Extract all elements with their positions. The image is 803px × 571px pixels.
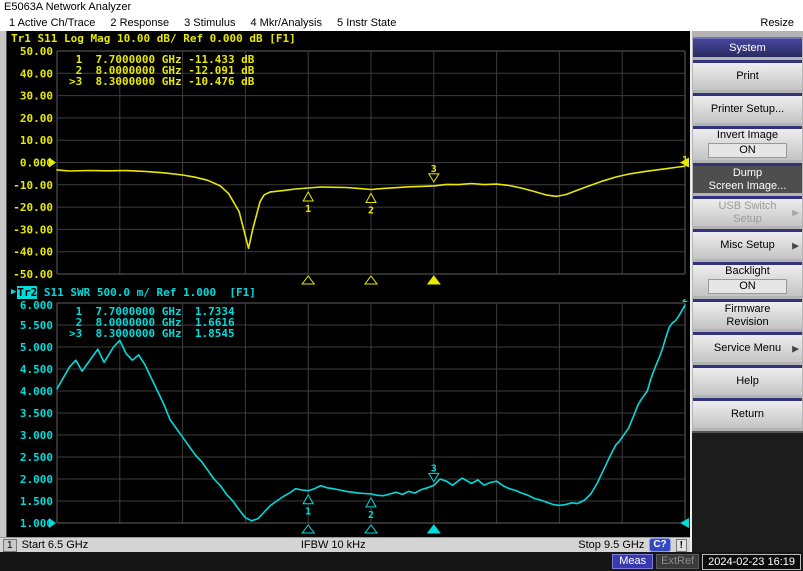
active-trace-arrow-icon: ▶ (11, 287, 16, 297)
svg-text:10.00: 10.00 (20, 134, 53, 147)
start-frequency[interactable]: Start 6.5 GHz (22, 539, 89, 551)
svg-text:2: 2 (368, 205, 374, 216)
svg-text:2: 2 (682, 299, 688, 305)
trace1-header: Tr1 S11 Log Mag 10.00 dB/ Ref 0.000 dB [… (7, 31, 689, 45)
softkey-sidebar: System Print Printer Setup... Invert Ima… (690, 31, 803, 552)
svg-text:-30.00: -30.00 (13, 223, 53, 236)
sidebar-button-service-menu[interactable]: Service Menu ▶ (693, 332, 802, 362)
svg-text:3: 3 (431, 164, 437, 175)
menubar: 1 Active Ch/Trace 2 Response 3 Stimulus … (0, 14, 803, 31)
ifbw-setting[interactable]: IFBW 10 kHz (301, 539, 366, 551)
svg-text:1: 1 (682, 155, 688, 166)
svg-text:40.00: 40.00 (20, 67, 53, 80)
svg-text:5.500: 5.500 (20, 319, 53, 332)
sidebar-button-backlight[interactable]: Backlight ON (693, 262, 802, 296)
stop-frequency[interactable]: Stop 9.5 GHz (578, 539, 644, 551)
svg-text:1.000: 1.000 (20, 517, 53, 530)
trace2-name[interactable]: Tr2 (17, 286, 37, 299)
svg-text:3.000: 3.000 (20, 429, 53, 442)
left-edge-strip (0, 31, 7, 537)
svg-text:2.000: 2.000 (20, 473, 53, 486)
svg-text:50.00: 50.00 (20, 45, 53, 58)
trace2-plot[interactable]: 6.000 5.500 5.000 4.500 4.000 3.500 3.000 2.500… (7, 299, 689, 535)
sidebar-button-help[interactable]: Help (693, 365, 802, 395)
svg-text:20.00: 20.00 (20, 112, 53, 125)
svg-text:>3 8.3000000 GHz 1.8545: >3 8.3000000 GHz 1.8545 (69, 327, 235, 340)
svg-text:1: 1 (305, 507, 311, 518)
sidebar-button-print[interactable]: Print (693, 60, 802, 90)
sidebar-button-misc-setup[interactable]: Misc Setup ▶ (693, 229, 802, 259)
menu-instr-state[interactable]: 5 Instr State (337, 17, 396, 29)
submenu-arrow-icon: ▶ (792, 206, 799, 219)
svg-text:4.500: 4.500 (20, 363, 53, 376)
warning-icon: ! (676, 539, 687, 552)
menu-stimulus[interactable]: 3 Stimulus (184, 17, 235, 29)
channel-number-badge: 1 (3, 539, 17, 552)
submenu-arrow-icon: ▶ (792, 239, 799, 252)
svg-text:-10.00: -10.00 (13, 179, 53, 192)
sidebar-empty-area (692, 431, 803, 552)
status-bar: Meas ExtRef 2024-02-23 16:19 (0, 552, 803, 571)
menu-active-ch-trace[interactable]: 1 Active Ch/Trace (9, 17, 95, 29)
svg-text:2: 2 (368, 510, 374, 521)
window-title: E5063A Network Analyzer (0, 0, 803, 14)
svg-text:2.500: 2.500 (20, 451, 53, 464)
svg-text:0.000: 0.000 (20, 157, 53, 170)
trace1-plot[interactable]: 50.00 40.00 30.00 20.00 10.00 0.000 -10.00 -20.… (7, 45, 689, 285)
sidebar-button-system[interactable]: System (693, 37, 802, 57)
trace2-header: ▶Tr2 S11 SWR 500.0 m/ Ref 1.000 [F1] (7, 285, 689, 299)
svg-text:30.00: 30.00 (20, 90, 53, 103)
svg-text:1.500: 1.500 (20, 495, 53, 508)
svg-text:5.000: 5.000 (20, 341, 53, 354)
svg-text:>3 8.3000000 GHz -10.476 dB: >3 8.3000000 GHz -10.476 dB (69, 75, 255, 88)
svg-text:3.500: 3.500 (20, 407, 53, 420)
extref-status: ExtRef (656, 554, 699, 569)
svg-text:-50.00: -50.00 (13, 268, 53, 281)
datetime-display: 2024-02-23 16:19 (702, 554, 801, 570)
submenu-arrow-icon: ▶ (792, 342, 799, 355)
instrument-screen: Tr1 S11 Log Mag 10.00 dB/ Ref 0.000 dB [… (0, 31, 690, 552)
svg-text:3: 3 (431, 463, 437, 474)
svg-text:4.000: 4.000 (20, 385, 53, 398)
menu-response[interactable]: 2 Response (110, 17, 169, 29)
trace2-header-text: S11 SWR 500.0 m/ Ref 1.000 [F1] (37, 286, 256, 299)
sidebar-button-dump-screen-image[interactable]: Dump Screen Image... (693, 163, 802, 193)
invert-image-state: ON (708, 143, 787, 158)
sidebar-button-return[interactable]: Return (693, 398, 802, 428)
menu-resize[interactable]: Resize (760, 17, 794, 29)
trace1-header-text: S11 Log Mag 10.00 dB/ Ref 0.000 dB [F1] (31, 32, 296, 45)
svg-text:-40.00: -40.00 (13, 246, 53, 259)
backlight-state: ON (708, 279, 787, 294)
svg-text:-20.00: -20.00 (13, 201, 53, 214)
trace1-name[interactable]: Tr1 (11, 32, 31, 45)
svg-text:6.000: 6.000 (20, 299, 53, 312)
stimulus-bar: 1 Start 6.5 GHz IFBW 10 kHz Stop 9.5 GHz… (0, 537, 690, 552)
svg-text:1: 1 (305, 204, 311, 215)
sidebar-button-invert-image[interactable]: Invert Image ON (693, 126, 802, 160)
meas-status-badge: Meas (612, 554, 653, 569)
sidebar-button-printer-setup[interactable]: Printer Setup... (693, 93, 802, 123)
sidebar-button-firmware-revision[interactable]: Firmware Revision (693, 299, 802, 329)
menu-mkr-analysis[interactable]: 4 Mkr/Analysis (250, 17, 322, 29)
correction-status-badge: C? (649, 538, 670, 552)
sidebar-button-usb-switch-setup[interactable]: USB Switch Setup ▶ (693, 196, 802, 226)
analyzer-window: E5063A Network Analyzer 1 Active Ch/Trac… (0, 0, 803, 571)
